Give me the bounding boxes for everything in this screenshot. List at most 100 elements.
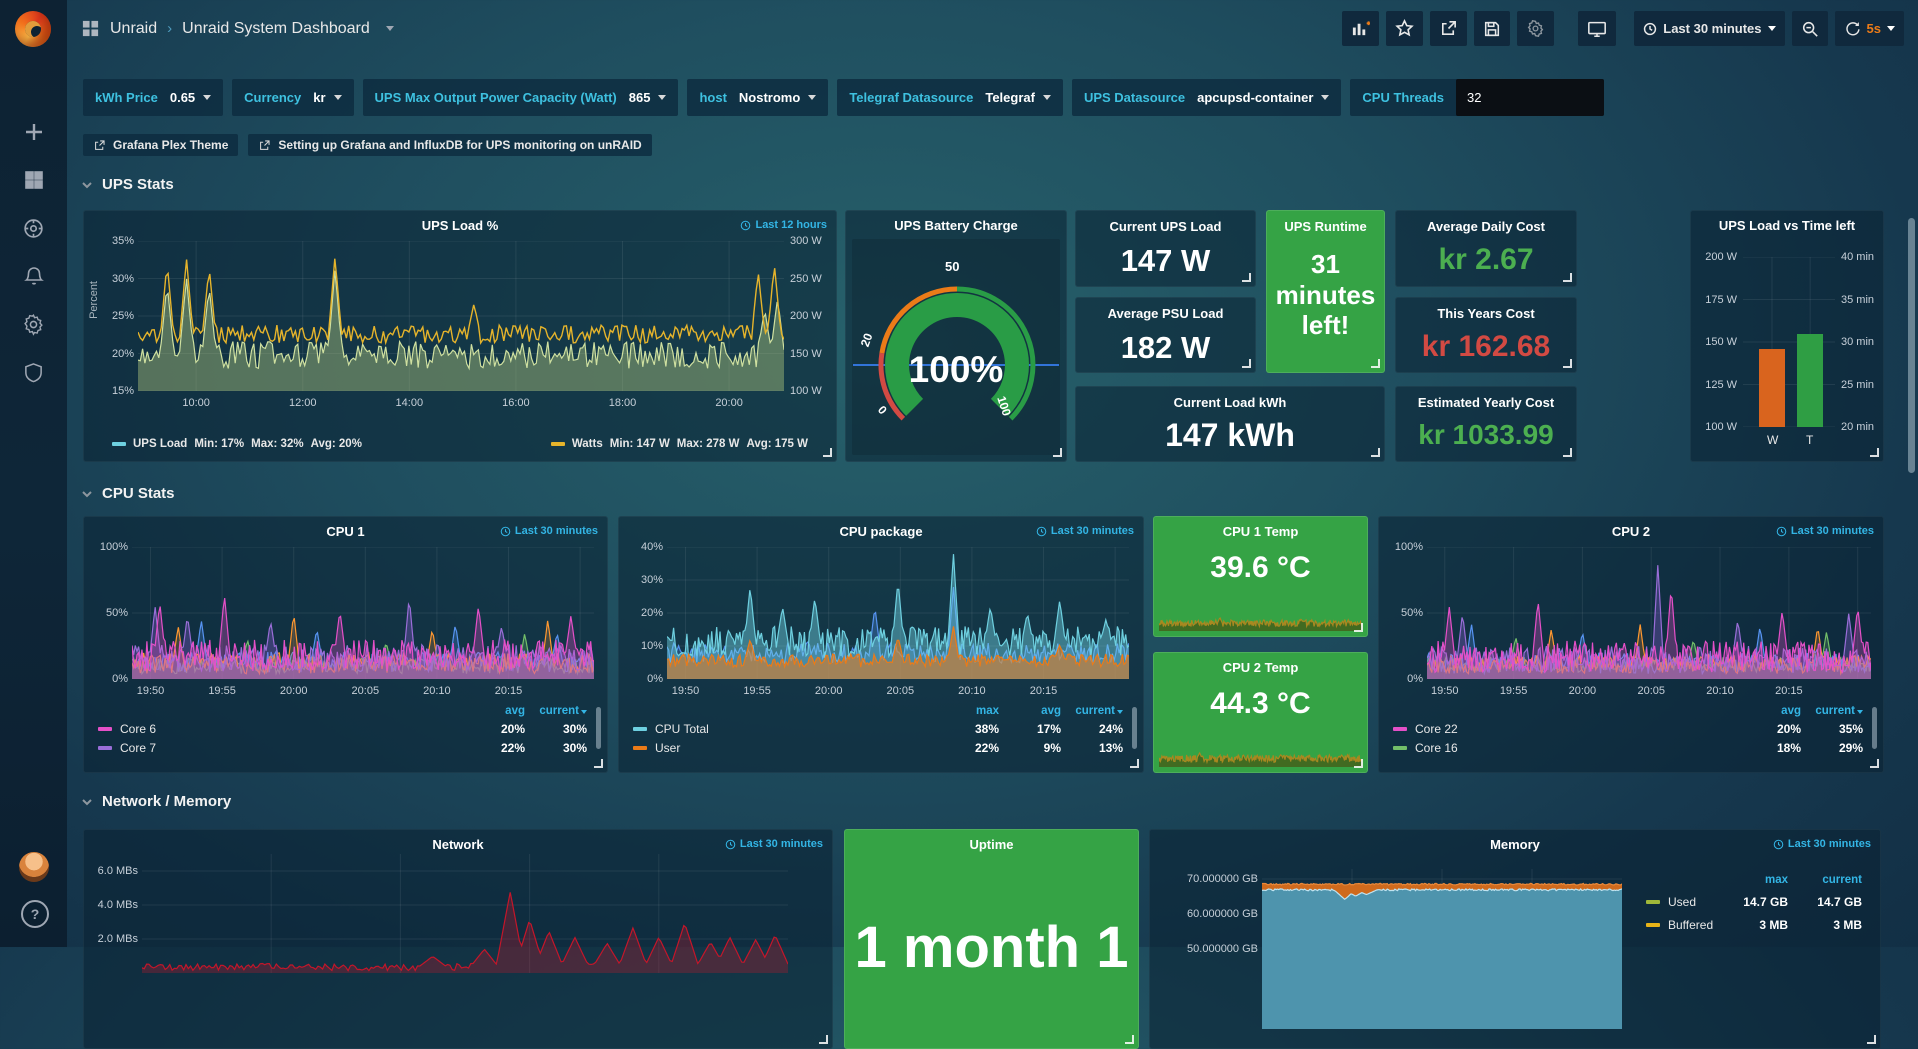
section-ups-stats[interactable]: UPS Stats (81, 176, 174, 193)
page-scrollbar[interactable] (1908, 218, 1915, 473)
axis-tick: 19:50 (1431, 685, 1459, 697)
panel-average-psu-load: Average PSU Load 182 W (1075, 297, 1256, 373)
legend-table: max current Used 14.7 GB 14.7 GB Buffere… (1646, 874, 1862, 932)
stat-title[interactable]: Average PSU Load (1076, 306, 1255, 321)
legend-series[interactable]: Core 22 (1393, 722, 1739, 736)
breadcrumb-root[interactable]: Unraid (110, 20, 157, 38)
dashboard-settings-button[interactable] (1517, 11, 1554, 46)
apps-grid-icon[interactable] (81, 19, 100, 38)
stat-title[interactable]: Current Load kWh (1076, 395, 1384, 410)
legend-series[interactable]: Core 7 (98, 741, 463, 755)
bars-plot[interactable] (1743, 257, 1835, 427)
legend-scrollbar[interactable] (1872, 707, 1877, 749)
panel-time-override[interactable]: Last 12 hours (740, 219, 827, 231)
variable-ups-max-output[interactable]: UPS Max Output Power Capacity (Watt) 865 (363, 79, 679, 116)
link-ups-monitoring-guide[interactable]: Setting up Grafana and InfluxDB for UPS … (248, 134, 651, 156)
zoom-out-button[interactable] (1792, 11, 1828, 46)
help-icon[interactable]: ? (21, 900, 49, 928)
clock-icon (500, 526, 511, 537)
legend-series[interactable]: CPU Total (633, 722, 937, 736)
stat-title[interactable]: Current UPS Load (1076, 219, 1255, 234)
panel-title[interactable]: UPS Load % (124, 218, 796, 233)
stat-title[interactable]: UPS Runtime (1267, 219, 1384, 234)
clock-icon (725, 839, 736, 850)
ups-load-chart[interactable] (138, 241, 784, 391)
stat-title[interactable]: Average Daily Cost (1396, 219, 1576, 234)
axis-tick: 20:00 (715, 397, 743, 409)
time-range-picker[interactable]: Last 30 minutes (1634, 11, 1784, 46)
save-button[interactable] (1474, 11, 1510, 46)
axis-tick: 100% (1395, 541, 1423, 553)
dashboard-title[interactable]: Unraid System Dashboard (182, 20, 370, 38)
legend-entry-ups-load[interactable]: UPS Load Min: 17% Max: 32% Avg: 20% (112, 438, 362, 450)
axis-tick: 20:05 (352, 685, 380, 697)
cpu-package-chart[interactable] (667, 547, 1129, 679)
add-panel-button[interactable] (1342, 11, 1379, 46)
bar-watts[interactable] (1759, 349, 1785, 427)
legend-series[interactable]: Buffered (1646, 918, 1714, 932)
variable-cpu-threads: CPU Threads (1350, 79, 1604, 116)
stat-title[interactable]: Estimated Yearly Cost (1396, 395, 1576, 410)
axis-tick: 16:00 (502, 397, 530, 409)
panel-time-override[interactable]: Last 30 minutes (1776, 525, 1874, 537)
variable-currency[interactable]: Currency kr (232, 79, 353, 116)
chevron-down-icon[interactable] (386, 26, 394, 31)
panel-this-years-cost: This Years Cost kr 162.68 (1395, 297, 1577, 373)
explore-icon[interactable] (0, 208, 67, 248)
cpu-threads-input[interactable] (1456, 79, 1604, 116)
variable-kwh-price[interactable]: kWh Price 0.65 (83, 79, 223, 116)
panel-title[interactable]: CPU 1 Temp (1194, 524, 1327, 539)
legend-scrollbar[interactable] (596, 707, 601, 749)
stat-value: 182 W (1076, 330, 1255, 366)
share-button[interactable] (1430, 11, 1467, 46)
axis-tick: 20:10 (423, 685, 451, 697)
panel-average-daily-cost: Average Daily Cost kr 2.67 (1395, 210, 1577, 287)
section-network-memory[interactable]: Network / Memory (81, 793, 231, 810)
panel-title[interactable]: UPS Battery Charge (856, 218, 1056, 233)
axis-tick: 25% (112, 310, 134, 322)
legend-series[interactable]: User (633, 741, 937, 755)
bar-time-left[interactable] (1797, 334, 1823, 428)
panel-title[interactable]: Uptime (885, 837, 1098, 852)
cpu2-chart[interactable] (1427, 547, 1871, 679)
legend-series[interactable]: Core 16 (1393, 741, 1739, 755)
panel-title[interactable]: Memory (1190, 837, 1840, 852)
legend-swatch (112, 442, 126, 446)
axis-tick: 14:00 (396, 397, 424, 409)
refresh-button[interactable]: 5s (1835, 11, 1904, 46)
stat-value: kr 1033.99 (1396, 419, 1576, 451)
panel-time-override[interactable]: Last 30 minutes (1036, 525, 1134, 537)
star-button[interactable] (1386, 11, 1423, 46)
panel-title[interactable]: Network (124, 837, 792, 852)
variable-host[interactable]: host Nostromo (687, 79, 828, 116)
cycle-view-monitor-icon[interactable] (1578, 11, 1616, 46)
legend-entry-watts[interactable]: Watts Min: 147 W Max: 278 W Avg: 175 W (551, 438, 808, 450)
x-axis: 10:0012:0014:0016:0018:0020:00 (138, 397, 784, 411)
dashboards-icon[interactable] (0, 160, 67, 200)
memory-chart[interactable] (1262, 869, 1622, 1029)
cpu1-chart[interactable] (132, 547, 594, 679)
legend-series[interactable]: Core 6 (98, 722, 463, 736)
add-icon[interactable] (0, 112, 67, 152)
legend-series[interactable]: Used (1646, 895, 1714, 909)
alerting-bell-icon[interactable] (0, 256, 67, 296)
chevron-down-icon (81, 179, 93, 191)
variable-ups-datasource[interactable]: UPS Datasource apcupsd-container (1072, 79, 1341, 116)
panel-time-override[interactable]: Last 30 minutes (1773, 838, 1871, 850)
shield-icon[interactable] (0, 352, 67, 392)
variable-telegraf-datasource[interactable]: Telegraf Datasource Telegraf (837, 79, 1063, 116)
section-cpu-stats[interactable]: CPU Stats (81, 485, 175, 502)
network-chart[interactable] (142, 854, 788, 973)
grafana-logo[interactable] (15, 11, 51, 47)
legend-scrollbar[interactable] (1132, 707, 1137, 749)
configuration-gear-icon[interactable] (0, 304, 67, 344)
panel-title[interactable]: UPS Load vs Time left (1697, 218, 1877, 233)
external-link-icon (258, 139, 271, 152)
axis-tick: 100 W (790, 385, 822, 397)
panel-time-override[interactable]: Last 30 minutes (725, 838, 823, 850)
panel-title[interactable]: CPU 2 Temp (1194, 660, 1327, 675)
stat-title[interactable]: This Years Cost (1396, 306, 1576, 321)
user-avatar[interactable] (19, 852, 49, 882)
link-grafana-plex-theme[interactable]: Grafana Plex Theme (83, 134, 238, 156)
panel-time-override[interactable]: Last 30 minutes (500, 525, 598, 537)
